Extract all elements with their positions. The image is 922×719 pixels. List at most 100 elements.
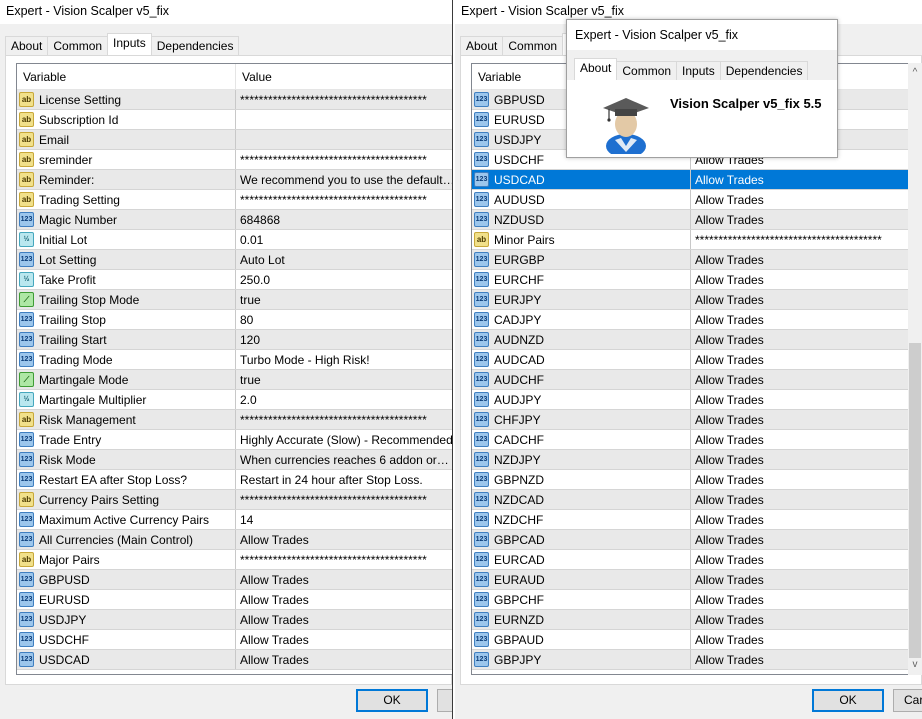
scrollbar-thumb[interactable]	[909, 343, 921, 658]
variable-cell[interactable]: 123 GBPAUD	[472, 630, 691, 649]
tab-dependencies[interactable]: Dependencies	[719, 61, 809, 80]
table-row[interactable]: ab Email	[17, 130, 452, 150]
value-cell[interactable]: When currencies reaches 6 addon orders,.…	[236, 453, 452, 467]
variable-cell[interactable]: ab Minor Pairs	[472, 230, 691, 249]
table-row[interactable]: ½ Martingale Multiplier 2.0	[17, 390, 452, 410]
variable-cell[interactable]: 123 GBPUSD	[17, 570, 236, 589]
table-row[interactable]: 123 EURCAD Allow Trades	[472, 550, 922, 570]
tab-about[interactable]: About	[574, 58, 618, 80]
table-row[interactable]: 123 Magic Number 684868	[17, 210, 452, 230]
value-cell[interactable]: Allow Trades	[691, 493, 922, 507]
column-header-value[interactable]: Value	[236, 64, 272, 89]
variable-cell[interactable]: ab Risk Management	[17, 410, 236, 429]
table-row[interactable]: ab Risk Management ***********************…	[17, 410, 452, 430]
table-row[interactable]: 123 NZDCHF Allow Trades	[472, 510, 922, 530]
table-row[interactable]: 123 NZDUSD Allow Trades	[472, 210, 922, 230]
variable-cell[interactable]: 123 NZDCHF	[472, 510, 691, 529]
value-cell[interactable]: Allow Trades	[691, 253, 922, 267]
value-cell[interactable]: Allow Trades	[691, 573, 922, 587]
value-cell[interactable]: 0.01	[236, 233, 452, 247]
value-cell[interactable]: Allow Trades	[691, 593, 922, 607]
table-row[interactable]: ⟋ Martingale Mode true	[17, 370, 452, 390]
value-cell[interactable]: Allow Trades	[691, 533, 922, 547]
variable-cell[interactable]: ½ Initial Lot	[17, 230, 236, 249]
table-row[interactable]: ab Major Pairs ***************************…	[17, 550, 452, 570]
table-row[interactable]: 123 GBPNZD Allow Trades	[472, 470, 922, 490]
table-row[interactable]: 123 Lot Setting Auto Lot	[17, 250, 452, 270]
table-row[interactable]: 123 All Currencies (Main Control) Allow Tr…	[17, 530, 452, 550]
table-row[interactable]: 123 EURGBP Allow Trades	[472, 250, 922, 270]
table-row[interactable]: 123 USDJPY Allow Trades	[17, 610, 452, 630]
table-row[interactable]: 123 NZDJPY Allow Trades	[472, 450, 922, 470]
table-row[interactable]: 123 Maximum Active Currency Pairs 14	[17, 510, 452, 530]
value-cell[interactable]: Allow Trades	[691, 413, 922, 427]
variable-cell[interactable]: 123 USDCAD	[472, 170, 691, 189]
variable-cell[interactable]: 123 Trailing Stop	[17, 310, 236, 329]
table-row[interactable]: 123 GBPCAD Allow Trades	[472, 530, 922, 550]
variable-cell[interactable]: 123 EURAUD	[472, 570, 691, 589]
variable-cell[interactable]: 123 Trade Entry	[17, 430, 236, 449]
table-row[interactable]: ½ Take Profit 250.0	[17, 270, 452, 290]
table-row[interactable]: 123 AUDUSD Allow Trades	[472, 190, 922, 210]
variable-cell[interactable]: 123 CADCHF	[472, 430, 691, 449]
value-cell[interactable]: Allow Trades	[691, 273, 922, 287]
table-row[interactable]: ab Reminder: We recommend you to use the d…	[17, 170, 452, 190]
table-row[interactable]: 123 NZDCAD Allow Trades	[472, 490, 922, 510]
variable-cell[interactable]: 123 EURCAD	[472, 550, 691, 569]
value-cell[interactable]: Allow Trades	[691, 613, 922, 627]
variable-cell[interactable]: 123 GBPNZD	[472, 470, 691, 489]
table-row[interactable]: ⟋ Trailing Stop Mode true	[17, 290, 452, 310]
scroll-up-icon[interactable]: ^	[908, 65, 922, 81]
value-cell[interactable]: true	[236, 373, 452, 387]
variable-cell[interactable]: 123 USDJPY	[17, 610, 236, 629]
variable-cell[interactable]: 123 Magic Number	[17, 210, 236, 229]
table-row[interactable]: 123 EURNZD Allow Trades	[472, 610, 922, 630]
variable-cell[interactable]: 123 AUDJPY	[472, 390, 691, 409]
value-cell[interactable]: Allow Trades	[691, 473, 922, 487]
variable-cell[interactable]: ab License Setting	[17, 90, 236, 109]
variable-cell[interactable]: 123 Maximum Active Currency Pairs	[17, 510, 236, 529]
table-row[interactable]: 123 CADCHF Allow Trades	[472, 430, 922, 450]
variable-cell[interactable]: 123 AUDCHF	[472, 370, 691, 389]
variable-cell[interactable]: ½ Take Profit	[17, 270, 236, 289]
value-cell[interactable]: Highly Accurate (Slow) - Recommended	[236, 433, 452, 447]
tab-about[interactable]: About	[460, 36, 504, 55]
variable-cell[interactable]: 123 EURNZD	[472, 610, 691, 629]
value-cell[interactable]: Allow Trades	[236, 573, 452, 587]
tab-about[interactable]: About	[5, 36, 49, 55]
table-row[interactable]: ab Currency Pairs Setting ****************…	[17, 490, 452, 510]
tab-common[interactable]: Common	[47, 36, 109, 55]
value-cell[interactable]: Allow Trades	[691, 393, 922, 407]
value-cell[interactable]: Allow Trades	[691, 353, 922, 367]
table-row[interactable]: 123 EURCHF Allow Trades	[472, 270, 922, 290]
table-row[interactable]: ab License Setting ***********************…	[17, 90, 452, 110]
table-row[interactable]: 123 GBPCHF Allow Trades	[472, 590, 922, 610]
value-cell[interactable]: Allow Trades	[691, 333, 922, 347]
tab-inputs[interactable]: Inputs	[107, 33, 152, 55]
variable-cell[interactable]: 123 GBPCAD	[472, 530, 691, 549]
variable-cell[interactable]: 123 USDCAD	[17, 650, 236, 669]
variable-cell[interactable]: 123 AUDCAD	[472, 350, 691, 369]
variable-cell[interactable]: 123 GBPCHF	[472, 590, 691, 609]
table-row[interactable]: 123 EURAUD Allow Trades	[472, 570, 922, 590]
value-cell[interactable]: 250.0	[236, 273, 452, 287]
table-row[interactable]: 123 Trading Mode Turbo Mode - High Risk!	[17, 350, 452, 370]
value-cell[interactable]: Allow Trades	[691, 293, 922, 307]
value-cell[interactable]: Allow Trades	[691, 373, 922, 387]
vertical-scrollbar[interactable]: ^ v	[908, 63, 922, 675]
table-row[interactable]: 123 AUDJPY Allow Trades	[472, 390, 922, 410]
variable-cell[interactable]: 123 NZDJPY	[472, 450, 691, 469]
value-cell[interactable]: 2.0	[236, 393, 452, 407]
variable-cell[interactable]: 123 EURUSD	[17, 590, 236, 609]
value-cell[interactable]: Restart in 24 hour after Stop Loss.	[236, 473, 452, 487]
value-cell[interactable]: 120	[236, 333, 452, 347]
value-cell[interactable]: Allow Trades	[236, 633, 452, 647]
variable-cell[interactable]: ab Trading Setting	[17, 190, 236, 209]
tab-inputs[interactable]: Inputs	[676, 61, 721, 80]
value-cell[interactable]: Allow Trades	[236, 613, 452, 627]
value-cell[interactable]: ****************************************	[236, 153, 452, 167]
variable-cell[interactable]: 123 Risk Mode	[17, 450, 236, 469]
table-row[interactable]: 123 AUDNZD Allow Trades	[472, 330, 922, 350]
value-cell[interactable]: Allow Trades	[691, 553, 922, 567]
variable-cell[interactable]: 123 GBPJPY	[472, 650, 691, 669]
